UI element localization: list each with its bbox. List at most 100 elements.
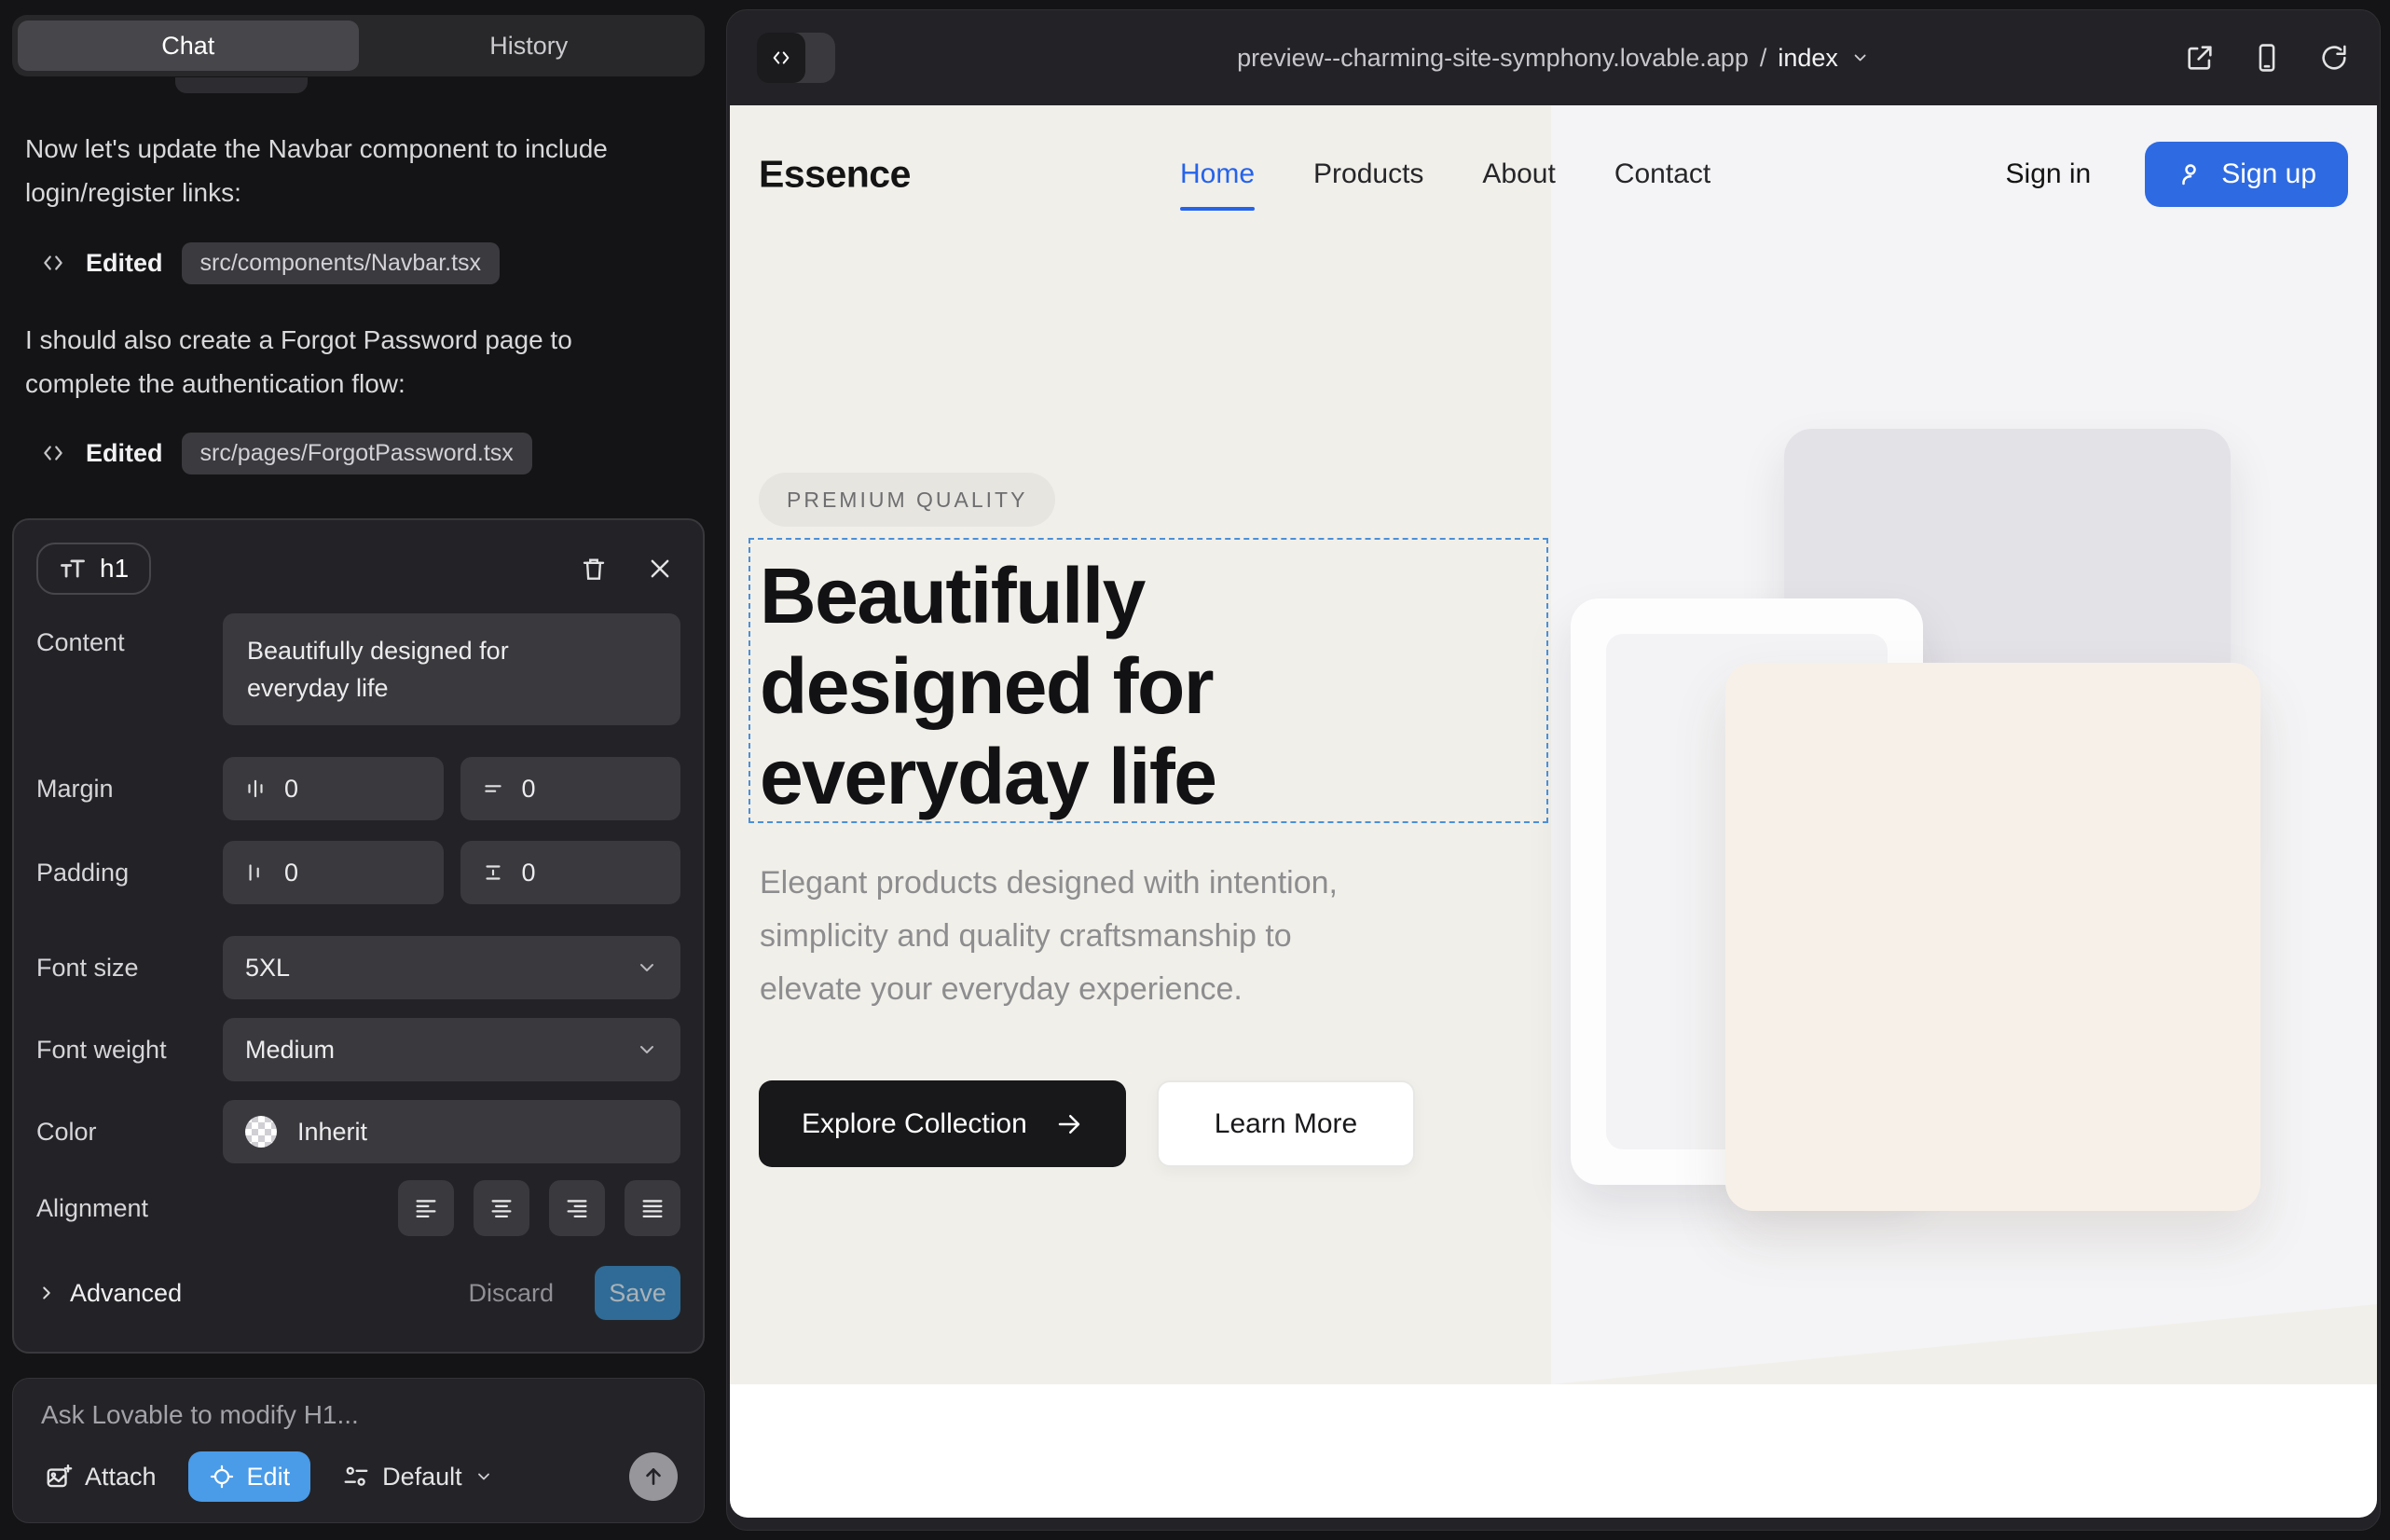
chevron-down-icon: [1851, 48, 1870, 67]
chat-history-tabs: Chat History: [12, 15, 705, 76]
sliders-icon: [342, 1463, 370, 1491]
prompt-composer: Attach Edit Default: [12, 1378, 705, 1523]
edit-mode-button[interactable]: Edit: [188, 1451, 311, 1502]
transparent-swatch: [245, 1116, 277, 1148]
chevron-down-icon: [636, 1038, 658, 1061]
refresh-button[interactable]: [2318, 42, 2350, 74]
decorative-wedge: [1551, 1304, 2377, 1384]
color-label: Color: [36, 1118, 223, 1147]
content-label: Content: [36, 613, 223, 657]
scrolled-message-remnant: [175, 77, 308, 93]
alignment-label: Alignment: [36, 1194, 223, 1223]
open-external-button[interactable]: [2184, 42, 2216, 74]
learn-more-button[interactable]: Learn More: [1157, 1080, 1415, 1167]
font-size-row: Font size 5XL: [36, 936, 680, 999]
attach-button[interactable]: Attach: [39, 1462, 162, 1492]
url-domain: preview--charming-site-symphony.lovable.…: [1237, 44, 1749, 73]
refresh-icon: [2318, 42, 2350, 74]
editor-header: h1: [36, 543, 680, 595]
align-justify-button[interactable]: [625, 1180, 680, 1236]
margin-horizontal-input[interactable]: 0: [223, 757, 444, 820]
padding-vertical-input[interactable]: 0: [460, 841, 681, 904]
arrow-up-icon: [641, 1464, 666, 1489]
close-editor-button[interactable]: [647, 556, 673, 582]
edited-action-label: Edited: [86, 439, 163, 468]
discard-button[interactable]: Discard: [462, 1278, 559, 1309]
code-preview-toggle[interactable]: [757, 33, 835, 83]
mode-select-button[interactable]: Default: [337, 1462, 499, 1492]
hero-section: Essence Home Products About Contact Sign…: [730, 105, 2377, 1384]
font-weight-label: Font weight: [36, 1036, 223, 1065]
decorative-card-cream: [1725, 663, 2260, 1211]
site-navbar: Essence Home Products About Contact Sign…: [730, 105, 2377, 243]
margin-row: Margin 0 0: [36, 757, 680, 820]
editor-footer: Advanced Discard Save: [36, 1266, 680, 1320]
sign-up-button[interactable]: Sign up: [2145, 142, 2348, 207]
edited-file-pill[interactable]: src/pages/ForgotPassword.tsx: [182, 433, 532, 474]
nav-actions: Sign in Sign up: [2000, 105, 2348, 243]
edited-file-row: Edited src/components/Navbar.tsx: [39, 241, 500, 285]
url-page: index: [1778, 44, 1838, 73]
premium-badge: PREMIUM QUALITY: [759, 473, 1055, 527]
align-left-button[interactable]: [398, 1180, 454, 1236]
tab-chat[interactable]: Chat: [18, 21, 359, 71]
edited-file-pill[interactable]: src/components/Navbar.tsx: [182, 242, 501, 284]
nav-link-home[interactable]: Home: [1180, 158, 1255, 190]
nav-link-contact[interactable]: Contact: [1614, 158, 1710, 190]
align-left-icon: [413, 1195, 439, 1221]
browser-chrome: preview--charming-site-symphony.lovable.…: [727, 10, 2380, 105]
arrow-right-icon: [1055, 1110, 1083, 1138]
nav-link-products[interactable]: Products: [1313, 158, 1423, 190]
align-center-icon: [488, 1195, 515, 1221]
code-icon: [757, 33, 805, 83]
code-icon: [39, 251, 67, 275]
padding-horizontal-input[interactable]: 0: [223, 841, 444, 904]
prompt-input[interactable]: [39, 1399, 602, 1431]
advanced-toggle[interactable]: Advanced: [36, 1279, 182, 1308]
preview-browser-frame: preview--charming-site-symphony.lovable.…: [726, 9, 2381, 1531]
chevron-right-icon: [36, 1283, 57, 1303]
tab-history[interactable]: History: [359, 21, 700, 71]
margin-vertical-input[interactable]: 0: [460, 757, 681, 820]
explore-collection-button[interactable]: Explore Collection: [759, 1080, 1126, 1167]
color-select[interactable]: Inherit: [223, 1100, 680, 1163]
selected-element-chip[interactable]: h1: [36, 543, 151, 595]
delete-element-button[interactable]: [580, 554, 608, 584]
padding-x-icon: [243, 860, 268, 885]
element-tag-label: h1: [100, 554, 129, 584]
send-button[interactable]: [629, 1452, 678, 1501]
site-viewport: Essence Home Products About Contact Sign…: [730, 105, 2377, 1518]
edited-file-row: Edited src/pages/ForgotPassword.tsx: [39, 431, 532, 475]
target-icon: [209, 1464, 235, 1490]
image-plus-icon: [45, 1463, 73, 1491]
assistant-message: I should also create a Forgot Password p…: [25, 318, 640, 406]
mobile-view-button[interactable]: [2251, 42, 2283, 74]
font-weight-select[interactable]: Medium: [223, 1018, 680, 1081]
nav-link-about[interactable]: About: [1482, 158, 1555, 190]
type-icon: [59, 556, 87, 582]
url-breadcrumb[interactable]: preview--charming-site-symphony.lovable.…: [1237, 44, 1870, 73]
save-button[interactable]: Save: [595, 1266, 680, 1320]
sign-in-button[interactable]: Sign in: [2000, 158, 2097, 191]
font-size-label: Font size: [36, 954, 223, 983]
chevron-down-icon: [474, 1467, 493, 1486]
code-icon: [39, 441, 67, 465]
align-right-icon: [564, 1195, 590, 1221]
hero-heading[interactable]: Beautifully designed for everyday life: [760, 551, 1216, 822]
padding-row: Padding 0 0: [36, 841, 680, 904]
font-size-select[interactable]: 5XL: [223, 936, 680, 999]
margin-label: Margin: [36, 775, 223, 804]
lovable-app-window: Chat History Now let's update the Navbar…: [0, 0, 2390, 1540]
mobile-icon: [2251, 42, 2283, 74]
hero-cta-group: Explore Collection Learn More: [759, 1080, 1415, 1167]
font-weight-row: Font weight Medium: [36, 1018, 680, 1081]
align-right-button[interactable]: [549, 1180, 605, 1236]
align-center-button[interactable]: [474, 1180, 529, 1236]
url-separator: /: [1760, 44, 1767, 73]
chevron-down-icon: [636, 956, 658, 979]
external-link-icon: [2184, 42, 2216, 74]
trash-icon: [580, 554, 608, 584]
content-textarea[interactable]: Beautifully designed for everyday life: [223, 613, 680, 725]
align-justify-icon: [639, 1195, 666, 1221]
close-icon: [647, 556, 673, 582]
